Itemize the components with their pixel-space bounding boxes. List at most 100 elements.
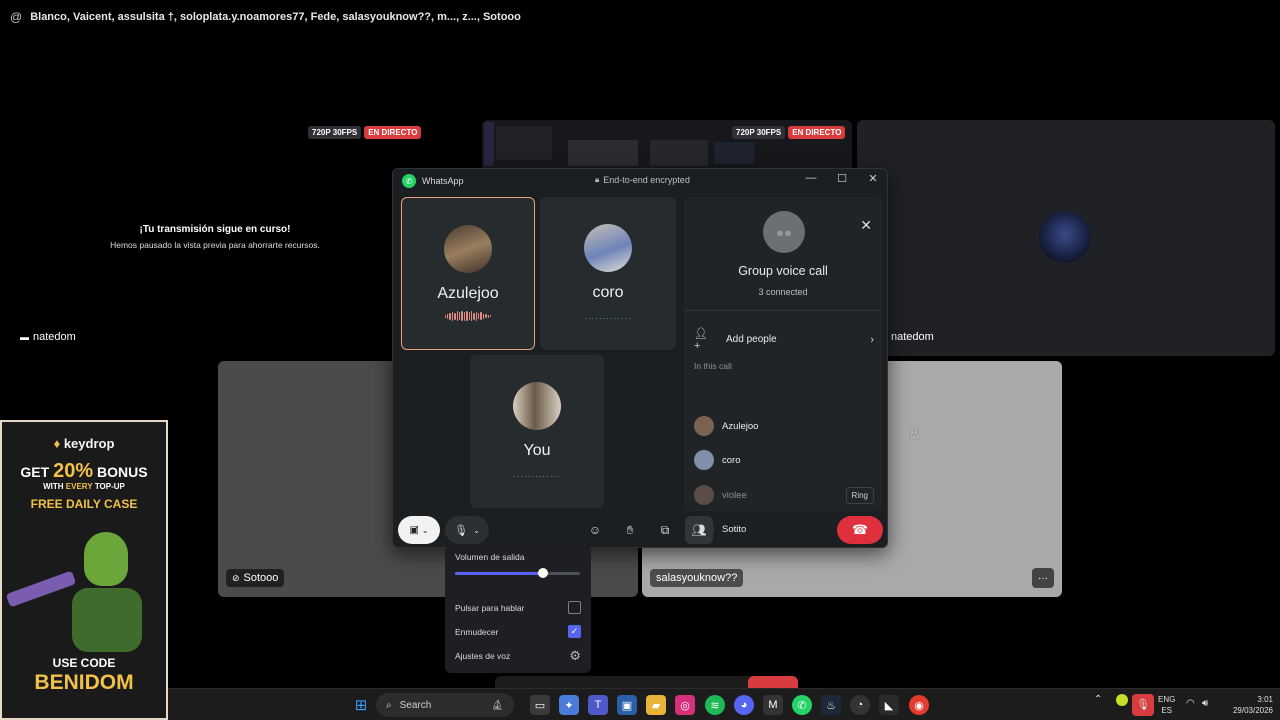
- avatar: [444, 225, 492, 273]
- file-explorer-icon[interactable]: ▰: [646, 695, 666, 715]
- search-icon: ⌕: [386, 699, 392, 711]
- hidden-call-controls: [495, 676, 798, 688]
- member-row[interactable]: violee Ring: [694, 484, 874, 506]
- user-name-chip: ⊘ Sotooo: [226, 569, 285, 587]
- user-name-chip: salasyouknow??: [650, 569, 744, 587]
- task-view-icon[interactable]: ▭: [530, 695, 550, 715]
- stream-user-name: natedom: [891, 331, 934, 343]
- discord-call-header: @ Blanco, Vaicent, assulsita †, soloplat…: [0, 0, 1280, 34]
- maximize-button[interactable]: ☐: [834, 172, 850, 185]
- close-window-button[interactable]: ✕: [865, 172, 881, 185]
- emoji-button[interactable]: ☺: [581, 516, 609, 544]
- in-call-heading: In this call: [694, 361, 732, 371]
- member-name: Azulejoo: [722, 420, 759, 432]
- clock[interactable]: 3:01 29/03/2026: [1223, 694, 1273, 716]
- clock-app-icon[interactable]: ◔: [850, 695, 870, 715]
- push-to-talk-checkbox[interactable]: [568, 601, 581, 614]
- discord-icon[interactable]: ◕: [734, 695, 754, 715]
- more-options-button[interactable]: ···: [1032, 568, 1054, 588]
- stream-badge: 720P 30FPS EN DIRECTO: [308, 126, 422, 139]
- participant-tile-you[interactable]: You ·············: [470, 355, 604, 508]
- ad-subline: WITH EVERY TOP-UP: [2, 482, 166, 491]
- encryption-label: 🔒︎ End-to-end encrypted: [595, 175, 690, 185]
- whatsapp-taskbar-icon[interactable]: ✆: [792, 695, 812, 715]
- preview-sidebar: [484, 122, 494, 166]
- ring-button[interactable]: Ring: [845, 486, 874, 504]
- ad-with: WITH: [43, 482, 66, 491]
- ad-topup: TOP-UP: [92, 482, 125, 491]
- participant-tile-azulejoo[interactable]: Azulejoo: [401, 197, 535, 350]
- volume-icon[interactable]: 🔊︎: [1202, 698, 1208, 709]
- ad-brand: ♦ keydrop: [2, 436, 166, 451]
- member-name: coro: [722, 454, 741, 466]
- teams-icon[interactable]: T: [588, 695, 608, 715]
- windows-taskbar: ⊞ ⌕ Search ⛵︎ ▭ ✦ T ▣ ▰ ◎ ≋ ◕ M ✆ ♨ ◔ ◣ …: [168, 688, 1280, 720]
- mic-icon: 🎙︎: [454, 524, 469, 537]
- add-person-icon: 👤︎+: [694, 328, 708, 352]
- deafen-checkbox[interactable]: ✓: [568, 625, 581, 638]
- add-people-button[interactable]: 👤︎+ Add people ›: [694, 327, 874, 352]
- end-call-icon: ☎︎: [851, 522, 869, 537]
- minimize-button[interactable]: —: [803, 172, 819, 184]
- stream-tile-natedom-2[interactable]: natedom: [857, 120, 1275, 356]
- ad-percentage: 20%: [53, 460, 94, 482]
- avatar: [584, 224, 632, 272]
- deafen-label: Enmudecer: [455, 626, 499, 637]
- stream-tile-natedom[interactable]: 720P 30FPS EN DIRECTO ¡Tu transmisión si…: [0, 120, 425, 356]
- muted-screen-icon: ⊘: [232, 572, 240, 583]
- instagram-icon[interactable]: ◎: [675, 695, 695, 715]
- camera-toggle-button[interactable]: ▣̸ ⌄: [398, 516, 440, 544]
- output-volume-slider[interactable]: [455, 568, 580, 578]
- mic-toggle-button[interactable]: 🎙︎ ⌄: [445, 516, 489, 544]
- avatar: [694, 485, 714, 505]
- clock-date: 29/03/2026: [1232, 706, 1273, 715]
- close-panel-icon[interactable]: ✕: [860, 217, 872, 234]
- gear-icon[interactable]: ⚙: [569, 648, 581, 664]
- mic-in-use-icon[interactable]: 🎙︎: [1132, 694, 1154, 716]
- screen-share-button[interactable]: ⧉: [651, 516, 679, 544]
- output-volume-label: Volumen de salida: [455, 552, 525, 562]
- call-participants-label: Blanco, Vaicent, assulsita †, soloplata.…: [30, 11, 521, 23]
- participant-name: You: [523, 442, 551, 459]
- window-titlebar[interactable]: ✆ WhatsApp 🔒︎ End-to-end encrypted — ☐ ✕: [393, 169, 887, 193]
- chrome-icon[interactable]: ◉: [909, 695, 929, 715]
- participant-name: Azulejoo: [437, 285, 499, 302]
- windows-start-icon[interactable]: ⊞: [351, 695, 371, 715]
- spotify-icon[interactable]: ≋: [705, 695, 725, 715]
- people-icon: 👥︎: [691, 523, 707, 537]
- tray-overflow-icon[interactable]: ⌃: [1094, 694, 1102, 705]
- tray-app-icon[interactable]: [1116, 694, 1128, 706]
- chevron-right-icon: ›: [870, 333, 874, 346]
- chevron-down-icon: ⌄: [421, 525, 429, 535]
- participant-tile-coro[interactable]: coro ·············: [540, 197, 676, 350]
- preview-panel-2: [568, 140, 638, 166]
- whatsapp-call-window[interactable]: ✆ WhatsApp 🔒︎ End-to-end encrypted — ☐ ✕…: [392, 168, 888, 548]
- deafen-row[interactable]: Enmudecer ✓: [455, 625, 581, 638]
- keydrop-logo-icon: ♦: [53, 436, 64, 451]
- taskbar-search[interactable]: ⌕ Search ⛵︎: [376, 693, 514, 717]
- member-row[interactable]: Azulejoo: [694, 415, 874, 437]
- avatar: [1039, 211, 1091, 263]
- member-row[interactable]: coro: [694, 449, 874, 471]
- participant-name: coro: [592, 284, 624, 301]
- audio-settings-popup: Volumen de salida Pulsar para hablar Enm…: [445, 545, 591, 673]
- voice-settings-row[interactable]: Ajustes de voz ⚙: [455, 648, 581, 664]
- raise-hand-button[interactable]: ✋︎: [616, 516, 644, 544]
- member-name: violee: [722, 489, 747, 501]
- paused-title: ¡Tu transmisión sigue en curso!: [139, 224, 291, 235]
- people-button[interactable]: 👥︎: [685, 516, 713, 544]
- game-app-icon[interactable]: ◣: [879, 695, 899, 715]
- store-icon[interactable]: ▣: [617, 695, 637, 715]
- steam-icon[interactable]: ♨: [821, 695, 841, 715]
- end-call-button[interactable]: ☎︎: [837, 516, 883, 544]
- msi-icon[interactable]: M: [763, 695, 783, 715]
- copilot-icon[interactable]: ✦: [559, 695, 579, 715]
- ad-every: EVERY: [65, 482, 93, 491]
- stream-user-name: natedom: [33, 331, 76, 343]
- push-to-talk-row[interactable]: Pulsar para hablar: [455, 601, 581, 614]
- slider-knob[interactable]: [537, 568, 548, 578]
- keydrop-ad-banner[interactable]: ♦ keydrop GET 20% BONUS WITH EVERY TOP-U…: [0, 420, 168, 720]
- language-indicator[interactable]: ENG ES: [1158, 694, 1175, 716]
- group-avatar: ●●: [763, 211, 805, 253]
- wifi-icon[interactable]: ◠: [1186, 698, 1195, 709]
